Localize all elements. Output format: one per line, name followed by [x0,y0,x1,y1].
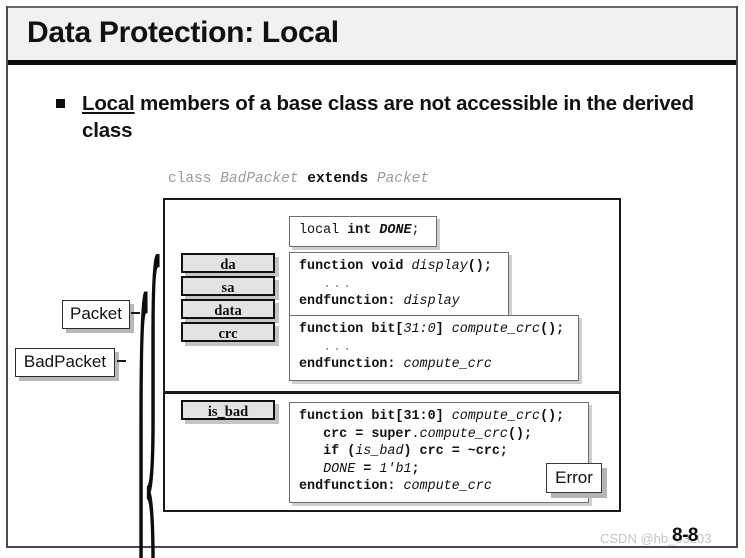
member-box-data: data [181,299,275,319]
slide-frame-bottom [6,546,738,548]
code-bad-assign-op: = [355,461,380,477]
square-bullet-icon [56,99,65,108]
code-bad-fn-tail: (); [540,409,565,424]
derived-class-name: BadPacket [220,171,299,187]
code-display-fn-tail: (); [467,259,492,274]
code-crc-endfunction: endfunction: [299,357,404,372]
code-bad-dot: . [411,426,420,442]
code-bad-literal: 1'b1 [379,461,412,477]
bullet-row: Local members of a base class are not ac… [56,90,696,144]
code-bad-super-call: crc = super [323,426,412,442]
code-crc-fn-tail: (); [540,322,565,337]
member-box-sa: sa [181,276,275,296]
code-crc-ellipsis: ... [323,339,354,355]
code-bad-endfunction: endfunction: [299,479,404,494]
bullet-text: Local members of a base class are not ac… [82,90,696,144]
code-display-fn-keyword: function void [299,259,412,274]
title-underline-rule [8,60,736,65]
side-label-badpacket: BadPacket [15,348,115,377]
code-block-display-function: function void display(); ... endfunction… [289,252,509,318]
code-bad-if-body: ) crc = ~crc; [403,444,508,459]
code-crc-fn-name: compute_crc [451,322,541,337]
slide-frame-right [736,6,738,548]
class-declaration-caption: class BadPacket extends Packet [168,171,429,187]
code-block-compute-crc-base: function bit[31:0] compute_crc(); ... en… [289,315,579,381]
member-box-da: da [181,253,275,273]
slide-root: Data Protection: Local Local members of … [0,0,745,558]
class-diagram-divider [163,391,621,394]
code-bad-fn-name: compute_crc [451,409,541,424]
code-block-compute-crc-derived: function bit[31:0] compute_crc(); crc = … [289,402,589,503]
packet-scope-brace: { [143,162,164,558]
code-crc-fn-keyword: function bit[ [299,322,404,337]
page-number: 8-8 [672,525,698,546]
code-bad-is-bad-ref: is_bad [355,444,404,459]
side-label-packet: Packet [62,300,130,329]
code-done-identifier: DONE [379,223,412,238]
slide-frame-left [6,6,8,548]
code-bad-fn-keyword: function bit[31:0] [299,409,452,424]
code-crc-end-name: compute_crc [403,357,492,372]
code-bad-done-ref: DONE [323,461,356,477]
code-int-keyword: int [347,223,380,238]
code-block-local-declaration: local int DONE; [289,216,437,247]
code-display-fn-name: display [411,259,468,274]
badpacket-connector-tick [117,360,126,362]
code-crc-bit-range: 31:0 [403,322,436,337]
error-callout: Error [546,463,602,493]
code-bad-super-tail: (); [507,426,533,442]
page-title: Data Protection: Local [27,16,339,49]
member-box-is-bad: is_bad [181,400,275,420]
bullet-text-rest: members of a base class are not accessib… [82,92,694,142]
code-bad-end-name: compute_crc [403,479,492,494]
member-box-crc: crc [181,322,275,342]
code-display-end-name: display [403,294,460,309]
packet-connector-tick [131,312,140,314]
code-bad-super-method: compute_crc [419,426,508,442]
code-bad-if-open: if ( [323,444,356,459]
bullet-emphasis: Local [82,92,135,115]
extends-keyword: extends [307,171,369,187]
code-crc-bracket-close: ] [435,322,452,337]
code-local-semicolon: ; [411,223,420,238]
base-class-name: Packet [376,171,430,187]
class-keyword: class [168,171,212,187]
code-local-keyword: local [299,223,348,238]
code-display-endfunction: endfunction: [299,294,404,309]
code-display-ellipsis: ... [323,276,354,292]
code-bad-semicolon: ; [411,461,420,477]
